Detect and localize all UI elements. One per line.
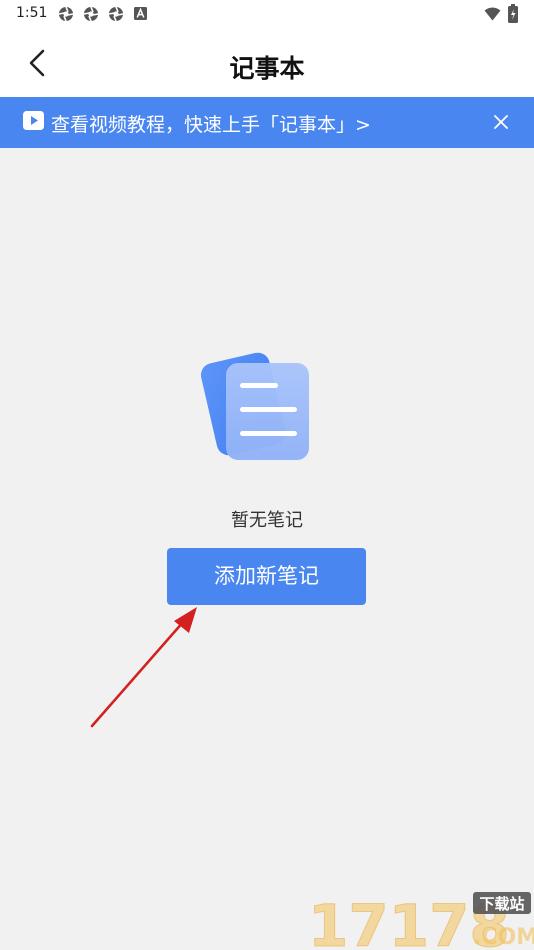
banner-link-text[interactable]: 查看视频教程，快速上手「记事本」> [51,110,371,137]
battery-icon [508,4,518,23]
watermark-number: 17178 [308,892,510,950]
empty-state-message: 暂无笔记 [231,510,303,531]
status-bar: 1:51 [0,0,534,28]
tutorial-banner[interactable]: 查看视频教程，快速上手「记事本」> [0,97,534,148]
add-note-button[interactable]: 添加新笔记 [167,548,366,605]
wifi-icon [484,7,501,21]
status-time: 1:51 [16,5,48,21]
page-title: 记事本 [229,54,305,83]
aperture-icon [108,6,124,22]
video-play-icon [23,111,44,130]
close-icon[interactable] [493,114,509,130]
watermark-suffix: .COM [473,925,534,950]
a-icon [134,7,147,20]
aperture-icon [58,6,74,22]
document-icon [200,352,309,460]
aperture-icon [83,6,99,22]
app-header: 记事本 [0,28,534,97]
watermark-tag: 下载站 [479,895,524,913]
site-watermark: 17178 下载站 .COM [308,892,534,950]
